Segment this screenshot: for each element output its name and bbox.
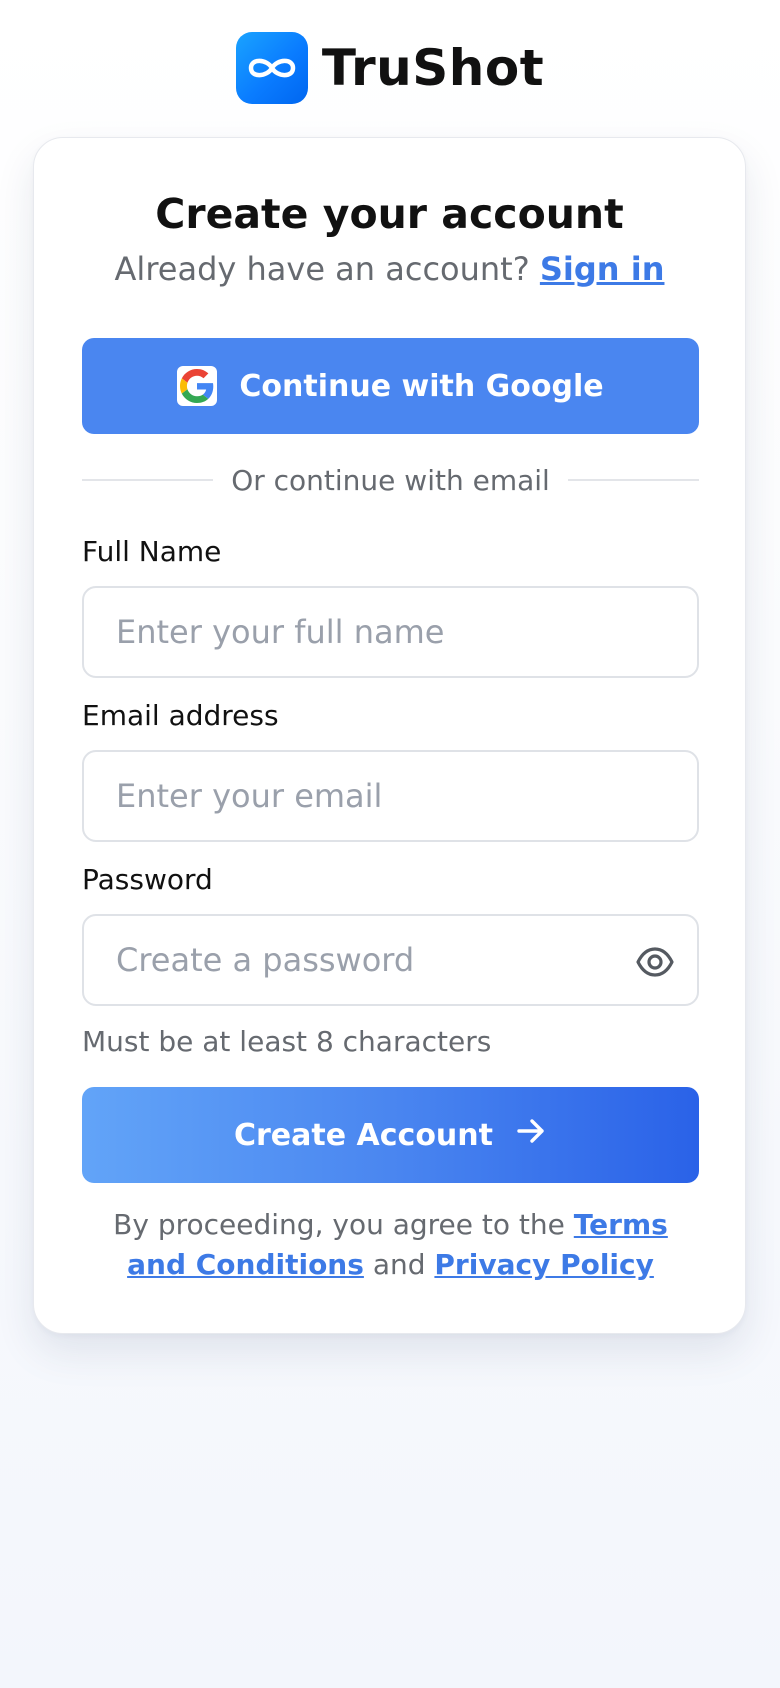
legal-conjunction: and xyxy=(372,1248,426,1281)
divider-line-right xyxy=(567,479,699,481)
full-name-field-box xyxy=(82,586,699,678)
divider-line-left xyxy=(82,479,214,481)
signup-card: Create your account Already have an acco… xyxy=(33,137,746,1334)
email-label: Email address xyxy=(82,699,279,732)
legal-notice: By proceeding, you agree to the Terms an… xyxy=(94,1205,687,1285)
password-label: Password xyxy=(82,863,213,896)
signin-link[interactable]: Sign in xyxy=(540,250,665,288)
divider-text: Or continue with email xyxy=(231,463,550,497)
page-title: Create your account xyxy=(155,190,624,238)
legal-prefix: By proceeding, you agree to the xyxy=(113,1208,565,1241)
signin-prompt-row: Already have an account? Sign in xyxy=(34,250,745,288)
email-field-box xyxy=(82,750,699,842)
eye-icon[interactable] xyxy=(635,942,675,982)
email-divider: Or continue with email xyxy=(82,460,699,500)
full-name-label: Full Name xyxy=(82,535,222,568)
create-account-label: Create Account xyxy=(234,1117,493,1153)
privacy-link[interactable]: Privacy Policy xyxy=(434,1248,653,1281)
signin-prompt: Already have an account? xyxy=(114,250,530,288)
password-field-box xyxy=(82,914,699,1006)
brand-header: TruShot xyxy=(0,32,780,104)
create-account-button[interactable]: Create Account xyxy=(82,1087,699,1183)
google-g-icon xyxy=(177,366,218,406)
arrow-right-icon xyxy=(515,1115,547,1155)
email-input[interactable] xyxy=(116,752,616,840)
password-hint: Must be at least 8 characters xyxy=(82,1025,492,1058)
google-signin-button[interactable]: Continue with Google xyxy=(82,338,699,434)
password-input[interactable] xyxy=(116,916,616,1004)
full-name-input[interactable] xyxy=(116,588,616,676)
infinity-icon xyxy=(235,32,308,104)
brand-name: TruShot xyxy=(321,39,545,97)
google-button-label: Continue with Google xyxy=(239,368,604,404)
